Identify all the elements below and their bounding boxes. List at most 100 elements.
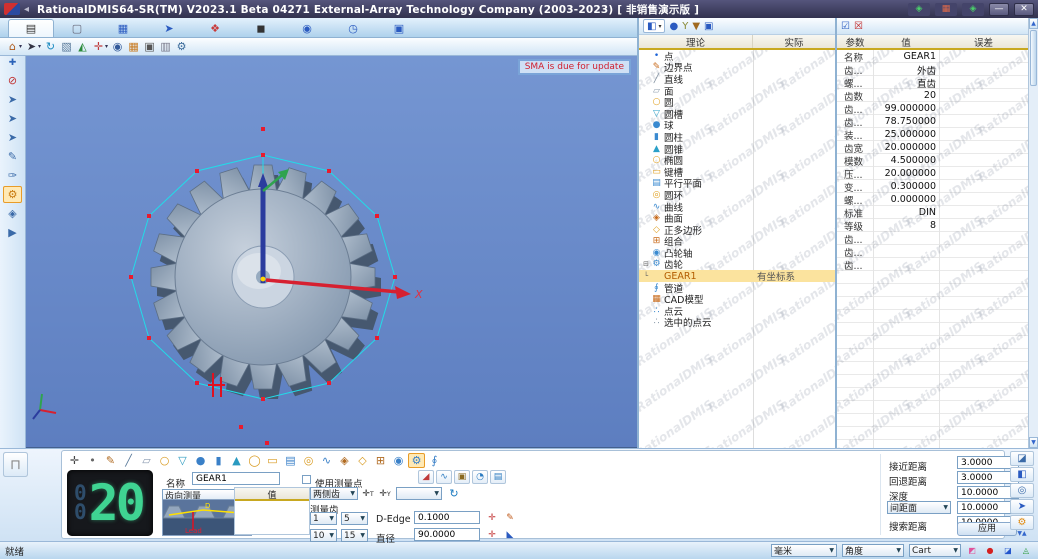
status-icon[interactable]: ◬ bbox=[1019, 545, 1033, 557]
tooth-from2-select[interactable]: 10 ▼ bbox=[310, 529, 337, 542]
probe-sel-icon[interactable]: ◣ bbox=[502, 528, 518, 542]
ribbon-tab[interactable]: ➤ bbox=[146, 19, 192, 37]
ribbon-tab[interactable]: ▦ bbox=[100, 19, 146, 37]
use-points-checkbox[interactable] bbox=[302, 475, 311, 484]
param-row[interactable]: 变... 0.300000 bbox=[837, 180, 1028, 194]
param-row[interactable]: 名称 GEAR1 bbox=[837, 50, 1028, 64]
probe-tool-button[interactable]: ⚙ bbox=[3, 186, 22, 203]
d-edge-input[interactable] bbox=[414, 511, 480, 524]
ribbon-tab[interactable]: ◷ bbox=[330, 19, 376, 37]
param-row[interactable]: 齿... bbox=[837, 258, 1028, 272]
probe-tool-button[interactable]: ◈ bbox=[3, 205, 22, 222]
param-row[interactable]: 齿... bbox=[837, 232, 1028, 246]
feature-type-button[interactable]: ⚙ bbox=[408, 452, 425, 468]
feature-type-button[interactable]: ◯ bbox=[246, 453, 263, 468]
feature-type-button[interactable]: ✛ bbox=[66, 453, 83, 468]
probe-tool-button[interactable]: ▶ bbox=[3, 224, 22, 241]
param-row[interactable]: 齿... 99.000000 bbox=[837, 102, 1028, 116]
tree-header-icon[interactable]: ▼ bbox=[692, 21, 700, 32]
col-param[interactable]: 参数 bbox=[837, 35, 873, 49]
cube-tab[interactable]: ◧ ▾ bbox=[643, 19, 666, 33]
toolbar-button[interactable]: ✛ ▾ bbox=[90, 39, 108, 54]
side-tool-button[interactable]: ⚙ bbox=[1010, 515, 1034, 530]
toolbar-button[interactable]: ▦ bbox=[125, 39, 140, 54]
param-row[interactable]: 螺... 直齿 bbox=[837, 76, 1028, 90]
toolbar-button[interactable]: ⌂ ▾ bbox=[4, 39, 22, 54]
tooth-from-select[interactable]: 1 ▼ bbox=[310, 512, 337, 525]
probe-select[interactable]: ▼ bbox=[396, 487, 442, 500]
feature-type-button[interactable]: ⊞ bbox=[372, 453, 389, 468]
toolbar-button[interactable]: ◉ bbox=[109, 39, 124, 54]
status-icon[interactable]: ● bbox=[983, 545, 997, 557]
vertical-scrollbar[interactable]: ▲ ▼ bbox=[1028, 18, 1038, 448]
feature-type-button[interactable]: ▤ bbox=[282, 453, 299, 468]
param-row[interactable]: 螺... 0.000000 bbox=[837, 193, 1028, 207]
tree-header-icon[interactable]: ● bbox=[669, 21, 678, 32]
feature-type-button[interactable]: ○ bbox=[156, 453, 173, 468]
toolbar-button[interactable]: ⚙ bbox=[173, 39, 188, 54]
view-toggle-button[interactable]: ∿ bbox=[436, 470, 452, 484]
probe-dir-icon[interactable]: ✛ bbox=[484, 528, 500, 542]
probe-y-icon[interactable]: ✛ Y bbox=[377, 487, 393, 501]
side-tool-button[interactable]: ◎ bbox=[1010, 483, 1034, 498]
feature-type-button[interactable]: ∿ bbox=[318, 453, 335, 468]
feature-type-button[interactable]: • bbox=[84, 453, 101, 468]
feature-type-button[interactable]: ▽ bbox=[174, 453, 191, 468]
toolbar-button[interactable]: ◭ bbox=[74, 39, 89, 54]
param-row[interactable]: 压... 20.000000 bbox=[837, 167, 1028, 181]
tree-item[interactable]: ⊟ ⚙ 齿轮 bbox=[639, 259, 835, 271]
feature-type-button[interactable]: ◉ bbox=[390, 453, 407, 468]
ribbon-tab[interactable]: ◉ bbox=[284, 19, 330, 37]
diameter-input[interactable] bbox=[414, 528, 480, 541]
name-input[interactable] bbox=[192, 472, 280, 485]
feature-type-button[interactable]: ▲ bbox=[228, 453, 245, 468]
joystick-status-icon[interactable]: ◈ bbox=[908, 2, 930, 16]
machine-status-icon[interactable]: ▦ bbox=[935, 2, 957, 16]
tree-item[interactable]: ∴ 选中的点云 bbox=[639, 317, 835, 329]
ribbon-tab[interactable]: ▢ bbox=[54, 19, 100, 37]
side-tool-button[interactable]: ◪ bbox=[1010, 451, 1034, 466]
tooth-to2-select[interactable]: 15 ▼ bbox=[341, 529, 368, 542]
side-tool-button[interactable]: ◧ bbox=[1010, 467, 1034, 482]
feature-type-button[interactable]: ▱ bbox=[138, 453, 155, 468]
units-select[interactable]: 毫米 ▼ bbox=[771, 544, 837, 557]
ribbon-tab[interactable]: ❖ bbox=[192, 19, 238, 37]
edit-edge-icon[interactable]: ✎ bbox=[502, 511, 518, 525]
side-tool-button[interactable]: ➤ bbox=[1010, 499, 1034, 514]
feature-type-button[interactable]: ✎ bbox=[102, 453, 119, 468]
toolbar-button[interactable]: ↻ bbox=[42, 39, 57, 54]
toolbar-button[interactable]: ▥ bbox=[157, 39, 172, 54]
scroll-down-arrow[interactable]: ▼ bbox=[1029, 437, 1038, 448]
param-row[interactable]: 齿... 78.750000 bbox=[837, 115, 1028, 129]
feature-type-button[interactable]: ◈ bbox=[336, 453, 353, 468]
probe-tool-button[interactable]: ✎ bbox=[3, 148, 22, 165]
feature-type-button[interactable]: ● bbox=[192, 453, 209, 468]
scroll-up-arrow[interactable]: ▲ bbox=[1029, 18, 1038, 29]
probe-t-icon[interactable]: ✛ T bbox=[360, 487, 376, 501]
feature-type-button[interactable]: ◎ bbox=[300, 453, 317, 468]
col-theory[interactable]: 理论 bbox=[639, 35, 753, 49]
confirm-icon[interactable]: ☑ bbox=[841, 21, 850, 32]
param-row[interactable]: 齿... bbox=[837, 245, 1028, 259]
scroll-thumb[interactable] bbox=[1030, 30, 1037, 86]
probe-tool-button[interactable]: ✑ bbox=[3, 167, 22, 184]
view-toggle-button[interactable]: ◔ bbox=[472, 470, 488, 484]
col-value[interactable]: 值 bbox=[873, 35, 939, 49]
feature-type-button[interactable]: ∮ bbox=[426, 453, 443, 468]
refresh-icon[interactable]: ↻ bbox=[446, 486, 462, 500]
feature-type-button[interactable]: ▮ bbox=[210, 453, 227, 468]
ribbon-tab[interactable]: ▤ bbox=[8, 19, 54, 37]
delete-icon[interactable]: ☒ bbox=[854, 21, 863, 32]
tree-header-icon[interactable]: ▣ bbox=[704, 21, 713, 32]
param-row[interactable]: 齿数 20 bbox=[837, 89, 1028, 103]
section-select[interactable]: 间距面 ▼ bbox=[887, 501, 951, 514]
minimize-button[interactable]: — bbox=[989, 2, 1009, 16]
param-row[interactable]: 齿宽 20.000000 bbox=[837, 141, 1028, 155]
probe-tool-button[interactable]: ➤ bbox=[3, 91, 22, 108]
coord-select[interactable]: Cart ▼ bbox=[909, 544, 961, 557]
probe-tool-button[interactable]: ➤ bbox=[3, 129, 22, 146]
status-icon[interactable]: ◪ bbox=[1001, 545, 1015, 557]
ribbon-tab[interactable]: ◼ bbox=[238, 19, 284, 37]
feature-type-button[interactable]: ╱ bbox=[120, 453, 137, 468]
view-toggle-button[interactable]: ▤ bbox=[490, 470, 506, 484]
